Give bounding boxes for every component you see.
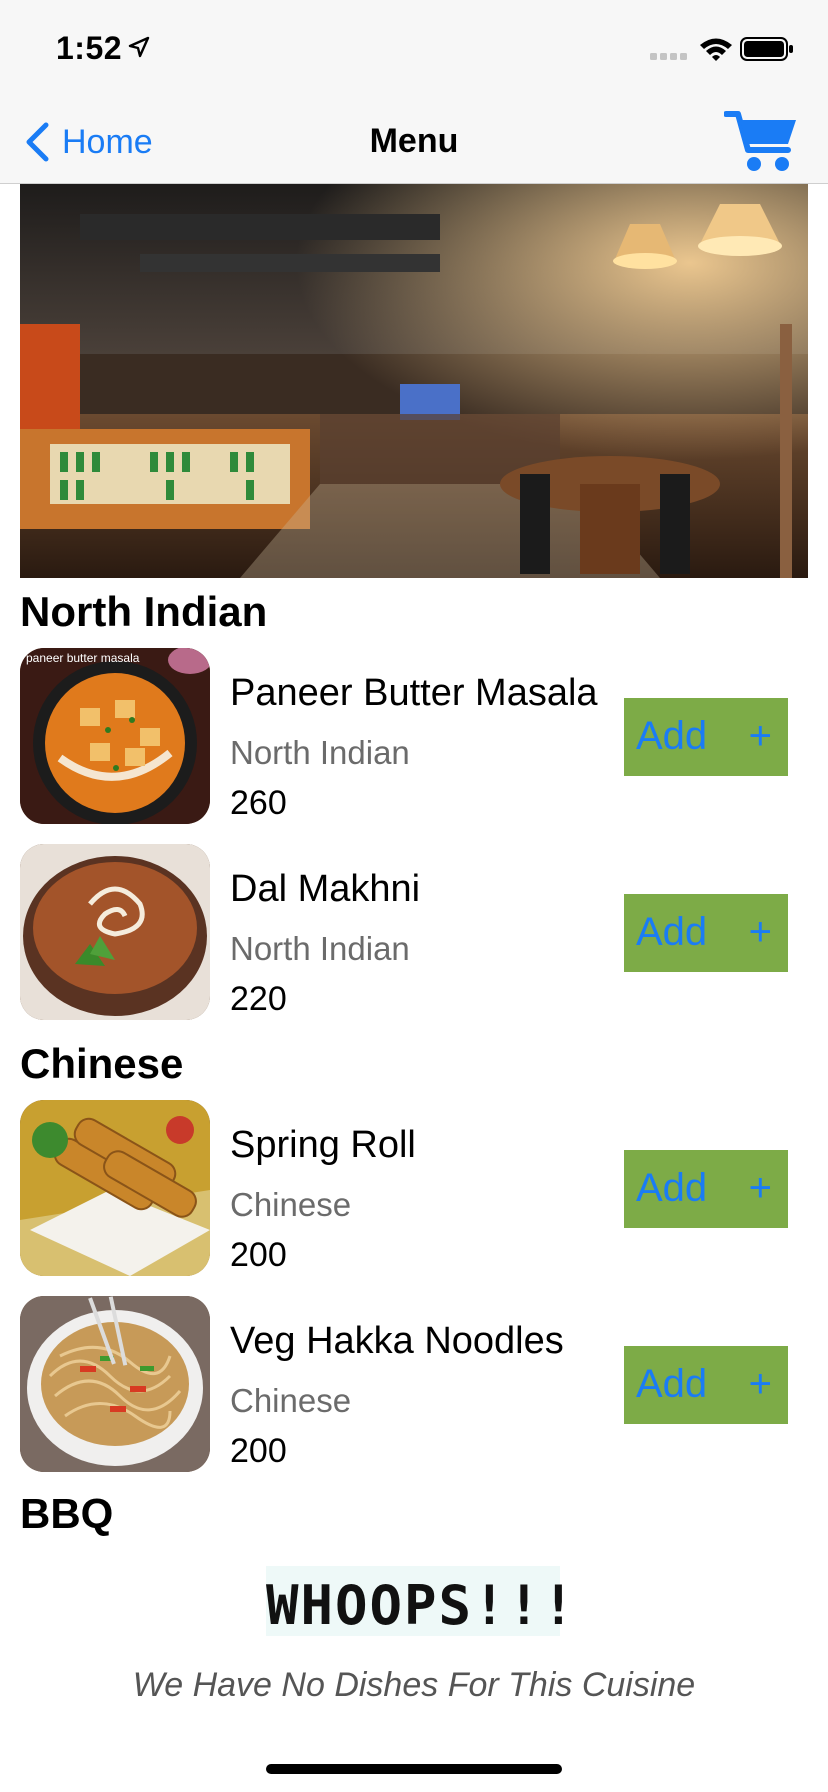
plus-icon: + — [748, 1362, 772, 1406]
dish-cuisine: North Indian — [230, 930, 410, 967]
dish-price: 200 — [230, 1432, 287, 1470]
section-title-north-indian: North Indian — [20, 588, 268, 635]
dish-thumbnail — [20, 844, 210, 1020]
location-arrow-icon — [128, 36, 150, 58]
dish-row: Spring Roll Chinese 200 Add + — [0, 1100, 828, 1276]
plus-icon: + — [748, 910, 772, 954]
add-button[interactable]: Add + — [624, 1150, 788, 1228]
dish-thumbnail: paneer butter masala — [20, 648, 210, 824]
dish-thumbnail — [20, 1296, 210, 1472]
dish-name: Dal Makhni — [230, 868, 421, 910]
restaurant-interior-illustration — [20, 184, 808, 578]
add-button[interactable]: Add + — [624, 894, 788, 972]
add-button[interactable]: Add + — [624, 698, 788, 776]
dish-thumbnail — [20, 1100, 210, 1276]
cellular-signal-icon — [650, 53, 687, 60]
dal-makhni-image — [20, 844, 210, 1020]
section-title-bbq: BBQ — [20, 1490, 114, 1537]
thumb-caption: paneer butter masala — [26, 651, 140, 665]
add-button-label: Add — [636, 1362, 708, 1406]
section-title-chinese: Chinese — [20, 1040, 184, 1087]
veg-hakka-noodles-image — [20, 1296, 210, 1472]
cart-icon[interactable] — [724, 108, 800, 174]
add-button-label: Add — [636, 1166, 708, 1210]
restaurant-banner-image — [20, 184, 808, 578]
dish-price: 200 — [230, 1236, 287, 1274]
add-button-label: Add — [636, 910, 708, 954]
spring-roll-image — [20, 1100, 210, 1276]
dish-name: Paneer Butter Masala — [230, 672, 598, 714]
dish-name: Veg Hakka Noodles — [230, 1320, 564, 1362]
battery-icon — [740, 37, 793, 61]
dish-name: Spring Roll — [230, 1124, 416, 1166]
dish-cuisine: Chinese — [230, 1186, 352, 1223]
empty-state-heading: WHOOPS!!! — [266, 1574, 577, 1637]
navigation-bar: Home Menu — [0, 98, 828, 184]
menu-screen: 1:52 Home Menu North Indian paneer butte… — [0, 0, 828, 1792]
dish-price: 260 — [230, 784, 287, 822]
add-button[interactable]: Add + — [624, 1346, 788, 1424]
dish-cuisine: North Indian — [230, 734, 410, 771]
dish-cuisine: Chinese — [230, 1382, 352, 1419]
status-bar: 1:52 — [0, 0, 828, 98]
dish-row: Dal Makhni North Indian 220 Add + — [0, 844, 828, 1020]
page-title: Menu — [369, 122, 459, 160]
paneer-butter-masala-image: paneer butter masala — [20, 648, 210, 824]
dish-row: paneer butter masala Paneer Butter Masal… — [0, 648, 828, 824]
empty-state-image: WHOOPS!!! — [266, 1566, 577, 1637]
status-time: 1:52 — [56, 30, 123, 66]
add-button-label: Add — [636, 714, 708, 758]
dish-row: Veg Hakka Noodles Chinese 200 Add + — [0, 1296, 828, 1472]
dish-price: 220 — [230, 980, 287, 1018]
empty-state-message: We Have No Dishes For This Cuisine — [132, 1666, 696, 1704]
wifi-icon — [700, 38, 732, 61]
plus-icon: + — [748, 1166, 772, 1210]
plus-icon: + — [748, 714, 772, 758]
home-indicator[interactable] — [266, 1764, 562, 1774]
